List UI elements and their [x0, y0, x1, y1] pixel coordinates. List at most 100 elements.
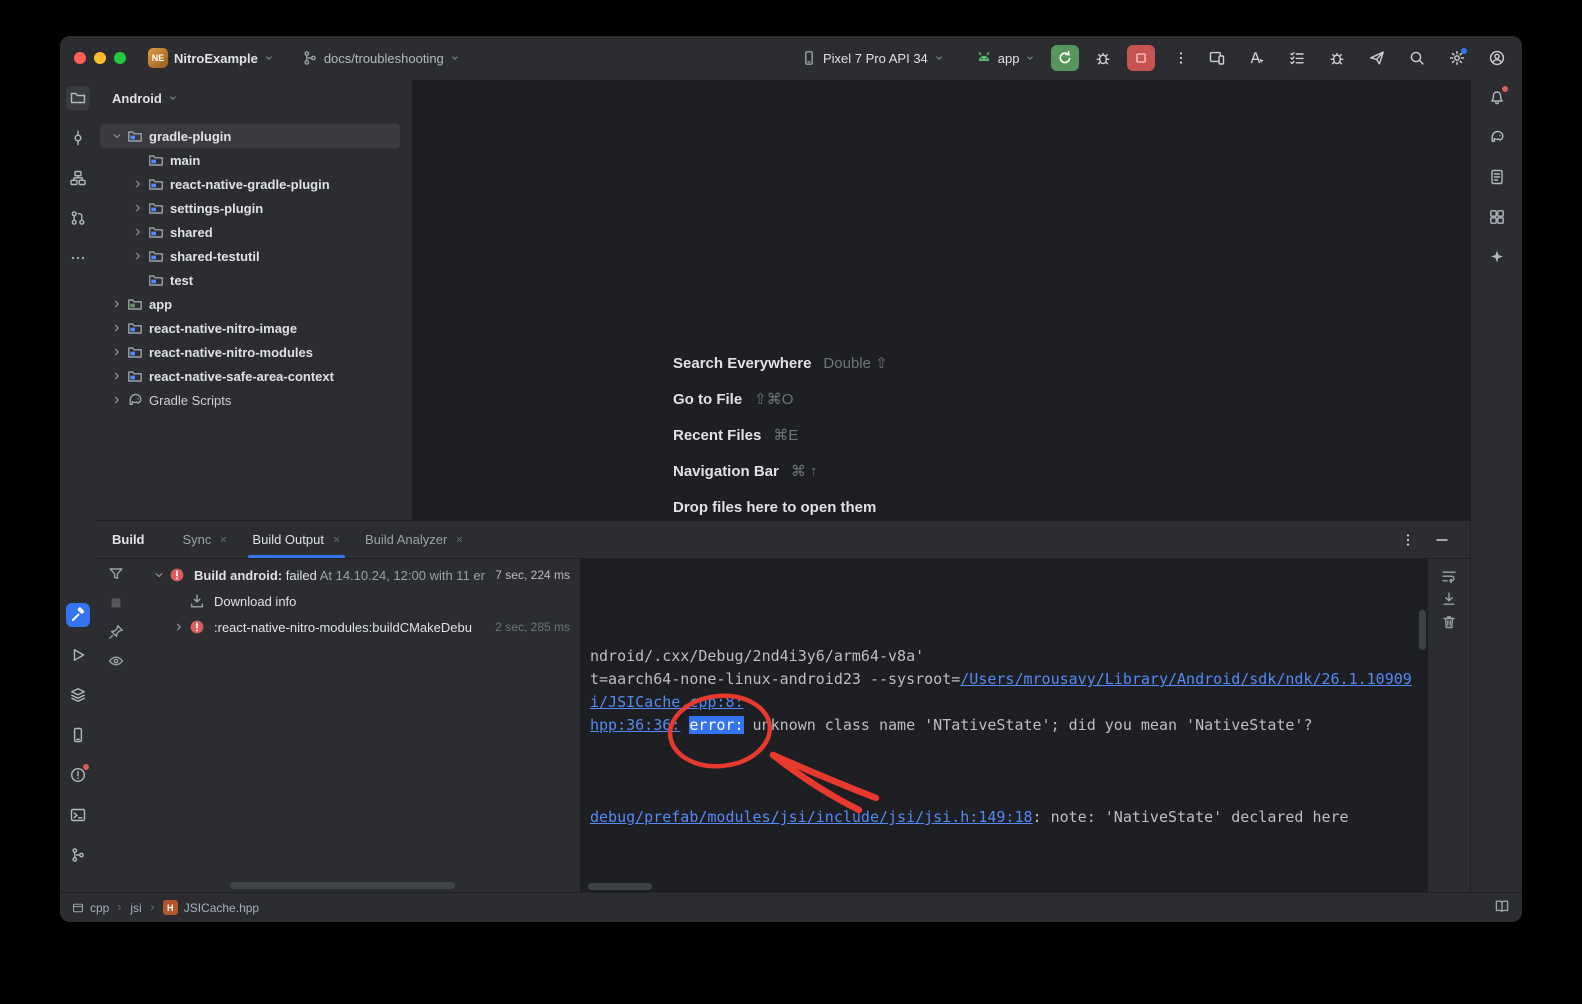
- tree-item-react-native-gradle-plugin[interactable]: react-native-gradle-plugin: [96, 172, 412, 196]
- toolwindow-problems-button[interactable]: [66, 763, 90, 787]
- close-window-button[interactable]: [74, 52, 86, 64]
- breadcrumb-jsi[interactable]: jsi: [130, 901, 141, 915]
- project-view-selector[interactable]: Android: [96, 80, 412, 116]
- tree-item-app[interactable]: app: [96, 292, 412, 316]
- rerun-button[interactable]: [1051, 45, 1079, 71]
- vertical-scrollbar[interactable]: [1419, 610, 1426, 650]
- device-selector[interactable]: Pixel 7 Pro API 34: [795, 47, 950, 69]
- console-file-link[interactable]: /Users/mrousavy/Library/Android/sdk/ndk/…: [960, 670, 1412, 688]
- project-selector[interactable]: NE NitroExample: [142, 45, 280, 71]
- console-text: : note: 'NativeState' declared here: [1033, 808, 1349, 826]
- minimize-window-button[interactable]: [94, 52, 106, 64]
- chevron-down-icon: [450, 53, 460, 63]
- code-assist-button[interactable]: [1246, 47, 1268, 69]
- toolwindow-run-button[interactable]: [66, 643, 90, 667]
- chevron-right-icon[interactable]: [108, 367, 126, 385]
- android-icon: [976, 50, 992, 66]
- chevron-right-icon[interactable]: [129, 247, 147, 265]
- build-tree-row[interactable]: :react-native-nitro-modules:buildCMakeDe…: [136, 614, 580, 640]
- chevron-right-icon[interactable]: [129, 199, 147, 217]
- toolwindow-terminal-button[interactable]: [66, 803, 90, 827]
- filter-icon[interactable]: [108, 566, 124, 582]
- console-file-link[interactable]: debug/prefab/modules/jsi/include/jsi/jsi…: [590, 808, 1033, 826]
- toolwindow-gradle-button[interactable]: [1485, 125, 1509, 149]
- chevron-down-icon[interactable]: [150, 566, 168, 584]
- pin-icon[interactable]: [108, 624, 124, 640]
- scroll-to-end-icon[interactable]: [1441, 591, 1457, 607]
- close-tab-icon[interactable]: [332, 532, 341, 547]
- tree-item-shared[interactable]: shared: [96, 220, 412, 244]
- debug-button[interactable]: [1089, 45, 1117, 71]
- tab-build-analyzer[interactable]: Build Analyzer: [353, 521, 476, 558]
- tab-label: Build Output: [252, 532, 324, 547]
- toolwindow-notifications-button[interactable]: [1485, 85, 1509, 109]
- console-file-link[interactable]: hpp:36:36:: [590, 716, 680, 734]
- tree-item-react-native-nitro-modules[interactable]: react-native-nitro-modules: [96, 340, 412, 364]
- tree-item-main[interactable]: main: [96, 148, 412, 172]
- clear-console-icon[interactable]: [1441, 614, 1457, 630]
- breadcrumb-jsicache-hpp[interactable]: JSICache.hpp: [184, 901, 259, 915]
- git-branch-icon: [70, 847, 86, 863]
- tree-item-settings-plugin[interactable]: settings-plugin: [96, 196, 412, 220]
- toolwindow-build-button[interactable]: [66, 603, 90, 627]
- tab-build-output[interactable]: Build Output: [240, 521, 353, 558]
- chevron-right-icon[interactable]: [108, 391, 126, 409]
- close-tab-icon[interactable]: [455, 532, 464, 547]
- task-list-button[interactable]: [1286, 47, 1308, 69]
- chevron-right-icon[interactable]: [129, 175, 147, 193]
- tree-item-label: shared: [170, 225, 213, 240]
- tab-sync[interactable]: Sync: [171, 521, 241, 558]
- toolwindow-commit-button[interactable]: [66, 126, 90, 150]
- horizontal-scrollbar[interactable]: [230, 882, 455, 889]
- tree-item-gradle-plugin[interactable]: gradle-plugin: [96, 124, 412, 148]
- soft-wrap-icon[interactable]: [1441, 568, 1457, 584]
- toolwindow-pull-requests-button[interactable]: [66, 206, 90, 230]
- toolwindow-resource-manager-button[interactable]: [1485, 205, 1509, 229]
- build-tree-row[interactable]: Download info: [136, 588, 580, 614]
- chevron-down-icon[interactable]: [108, 127, 126, 145]
- module-app-icon: [126, 295, 144, 313]
- chevron-right-icon[interactable]: [108, 319, 126, 337]
- inspect-icon[interactable]: [108, 653, 124, 669]
- build-tree-row[interactable]: Build android: failed At 14.10.24, 12:00…: [136, 562, 580, 588]
- more-options-icon[interactable]: [1173, 50, 1189, 66]
- chevron-right-icon[interactable]: [108, 295, 126, 313]
- toolwindow-running-devices-button[interactable]: [66, 723, 90, 747]
- toolwindow-layers-button[interactable]: [66, 683, 90, 707]
- toolwindow-ai-assistant-button[interactable]: [1485, 245, 1509, 269]
- tree-item-shared-testutil[interactable]: shared-testutil: [96, 244, 412, 268]
- bug-report-button[interactable]: [1326, 47, 1348, 69]
- toolwindow-structure-button[interactable]: [66, 166, 90, 190]
- reader-mode-icon[interactable]: [1494, 898, 1510, 914]
- tree-item-react-native-nitro-image[interactable]: react-native-nitro-image: [96, 316, 412, 340]
- close-tab-icon[interactable]: [219, 532, 228, 547]
- panel-options-icon[interactable]: [1400, 532, 1416, 548]
- toolwindow-git-branch-button[interactable]: [66, 843, 90, 867]
- tree-item-react-native-safe-area-context[interactable]: react-native-safe-area-context: [96, 364, 412, 388]
- device-mirroring-button[interactable]: [1206, 47, 1228, 69]
- stop-button[interactable]: [1127, 45, 1155, 71]
- stop-process-icon[interactable]: [108, 595, 124, 611]
- settings-button[interactable]: [1446, 47, 1468, 69]
- account-button[interactable]: [1486, 47, 1508, 69]
- ide-window: NE NitroExample docs/troubleshooting Pix…: [60, 36, 1522, 922]
- chevron-right-icon[interactable]: [108, 343, 126, 361]
- horizontal-scrollbar[interactable]: [588, 883, 652, 890]
- toolwindow-project-folder-button[interactable]: [66, 86, 90, 110]
- zoom-window-button[interactable]: [114, 52, 126, 64]
- toolwindow-device-explorer-button[interactable]: [1485, 165, 1509, 189]
- tree-item-test[interactable]: test: [96, 268, 412, 292]
- console-file-link[interactable]: i/JSICache.cpp:8:: [590, 693, 744, 711]
- hide-panel-icon[interactable]: [1434, 532, 1450, 548]
- chevron-right-icon[interactable]: [170, 618, 188, 636]
- tree-item-gradle-scripts[interactable]: Gradle Scripts: [96, 388, 412, 412]
- device-name: Pixel 7 Pro API 34: [823, 51, 928, 66]
- send-feedback-button[interactable]: [1366, 47, 1388, 69]
- breadcrumb-cpp[interactable]: cpp: [90, 901, 109, 915]
- chevron-right-icon[interactable]: [129, 223, 147, 241]
- run-config-selector[interactable]: app: [970, 47, 1042, 69]
- branch-selector[interactable]: docs/troubleshooting: [296, 47, 466, 69]
- project-badge: NE: [148, 48, 168, 68]
- toolwindow-more-horizontal-button[interactable]: [66, 246, 90, 270]
- search-button[interactable]: [1406, 47, 1428, 69]
